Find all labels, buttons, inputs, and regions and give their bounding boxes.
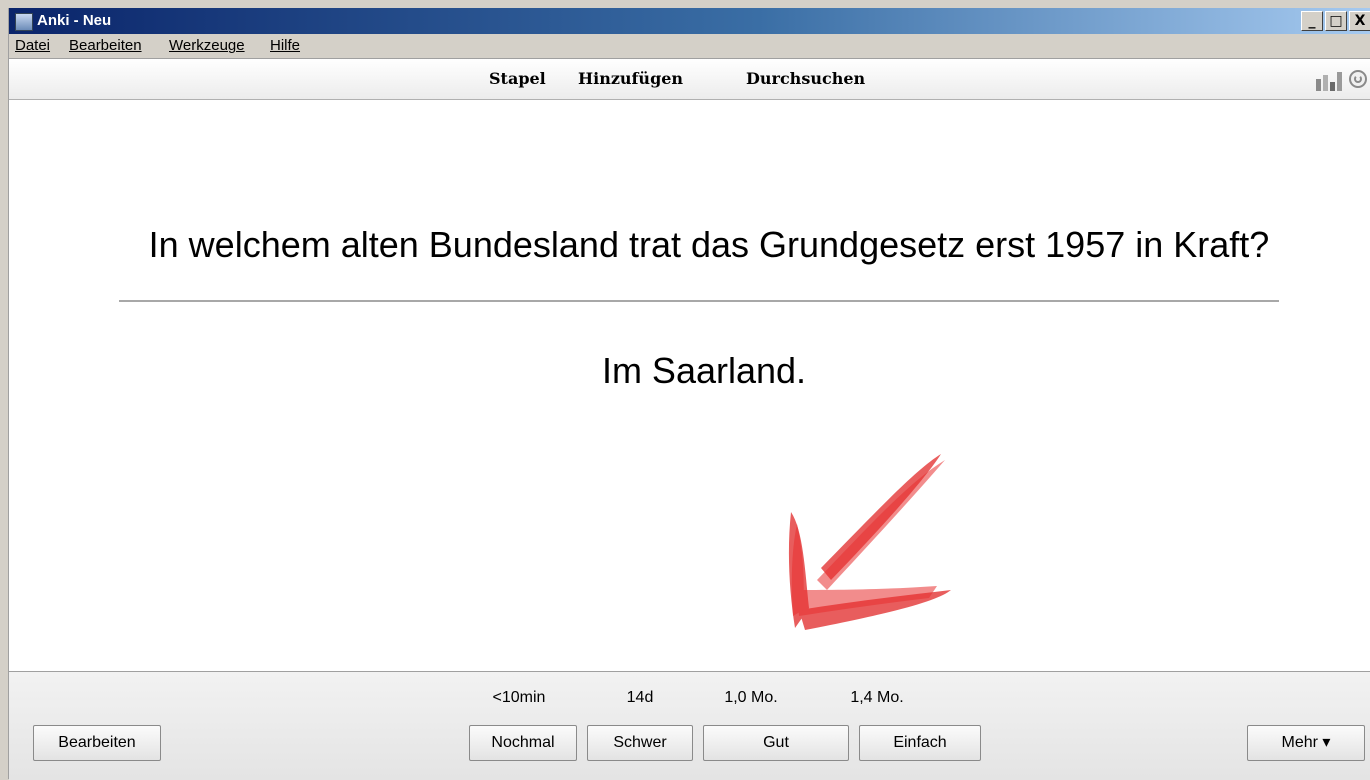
interval-easy: 1,4 Mo.: [850, 689, 904, 706]
anki-app-icon: [15, 13, 33, 31]
card-view: In welchem alten Bundesland trat das Gru…: [9, 150, 1370, 671]
window-title: Anki - Neu: [37, 12, 112, 29]
toolbar-browse-link[interactable]: Durchsuchen: [746, 69, 865, 88]
more-button[interactable]: Mehr ▾: [1247, 725, 1365, 761]
edit-button[interactable]: Bearbeiten: [33, 725, 161, 761]
card-answer: Im Saarland.: [601, 350, 807, 391]
sync-icon[interactable]: [1349, 70, 1367, 88]
toolbar-decks-link[interactable]: Stapel: [489, 69, 546, 88]
main-toolbar: Stapel Hinzufügen Durchsuchen: [9, 59, 1370, 100]
hard-button[interactable]: Schwer: [587, 725, 693, 761]
interval-good: 1,0 Mo.: [724, 689, 778, 706]
menu-bar: Datei Bearbeiten Werkzeuge Hilfe: [9, 34, 1370, 59]
toolbar-add-link[interactable]: Hinzufügen: [578, 69, 683, 88]
interval-hard: 14d: [626, 689, 654, 706]
menu-hilfe[interactable]: Hilfe: [270, 37, 300, 54]
stats-icon[interactable]: [1315, 71, 1343, 91]
card-question: In welchem alten Bundesland trat das Gru…: [148, 224, 1270, 265]
window-controls: _ □ X: [1299, 11, 1370, 31]
red-arrow-icon: [788, 454, 951, 630]
menu-werkzeuge[interactable]: Werkzeuge: [169, 37, 245, 54]
review-bottom-bar: Bearbeiten <10min 14d 1,0 Mo. 1,4 Mo. No…: [9, 671, 1370, 780]
close-button[interactable]: X: [1349, 11, 1370, 31]
title-bar: Anki - Neu _ □ X: [9, 8, 1370, 34]
interval-again: <10min: [492, 689, 546, 706]
anki-window: Anki - Neu _ □ X Datei Bearbeiten Werkzeug…: [8, 8, 1370, 780]
again-button[interactable]: Nochmal: [469, 725, 577, 761]
easy-button[interactable]: Einfach: [859, 725, 981, 761]
answer-divider: [119, 300, 1279, 302]
maximize-button[interactable]: □: [1325, 11, 1347, 31]
menu-datei[interactable]: Datei: [15, 37, 50, 54]
good-button[interactable]: Gut: [703, 725, 849, 761]
minimize-button[interactable]: _: [1301, 11, 1323, 31]
menu-bearbeiten[interactable]: Bearbeiten: [69, 37, 142, 54]
